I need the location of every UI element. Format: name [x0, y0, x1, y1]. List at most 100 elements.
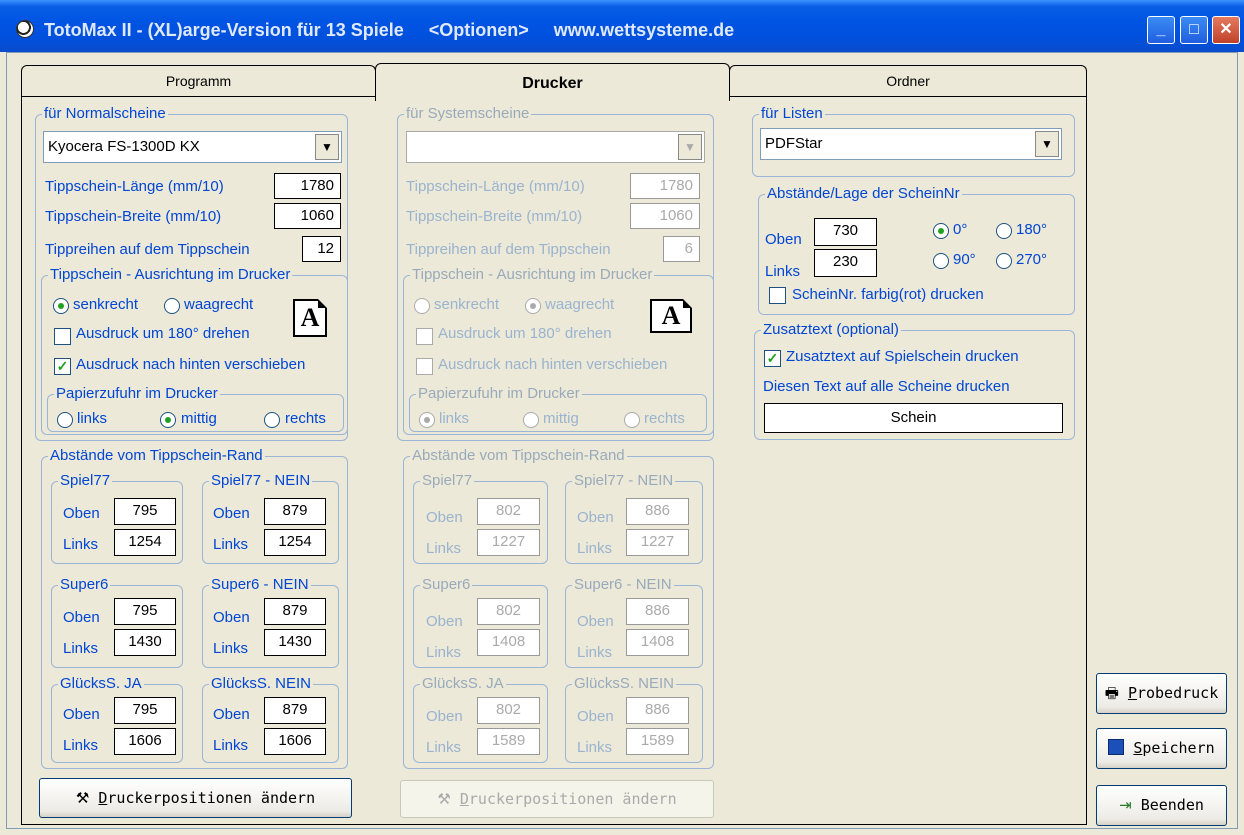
rotation-180-radio[interactable]	[996, 223, 1012, 239]
spiel77-nein-oben-input[interactable]: 879	[264, 498, 326, 525]
links-radio[interactable]	[419, 412, 435, 428]
beenden-button[interactable]: ⇥ Beenden	[1096, 785, 1227, 826]
super6-nein-oben-input[interactable]: 879	[264, 598, 326, 625]
laenge-label: Tippschein-Länge (mm/10)	[406, 178, 585, 195]
super6-nein-oben-input[interactable]: 886	[626, 598, 689, 625]
rotation-90-radio[interactable]	[933, 253, 949, 269]
group-label: Spiel77 - NEIN	[209, 472, 313, 489]
gluecks-ja-links-input[interactable]: 1606	[114, 728, 176, 755]
senkrecht-radio[interactable]	[414, 298, 430, 314]
super6-links-input[interactable]: 1408	[477, 629, 540, 656]
senkrecht-label: senkrecht	[73, 296, 139, 313]
spiel77-nein-oben-input[interactable]: 886	[626, 498, 689, 525]
group-label: Papierzufuhr im Drucker	[416, 385, 582, 402]
group-label: GlücksS. NEIN	[209, 675, 314, 692]
druckerpositionen-button-disabled[interactable]: ⚒ Druckerpositionen ändern	[400, 780, 714, 818]
system-printer-select[interactable]: ▼	[406, 131, 705, 163]
scheinnr-oben-input[interactable]: 730	[814, 218, 877, 246]
group-label: GlücksS. JA	[420, 675, 506, 692]
drehen-checkbox[interactable]	[416, 328, 433, 345]
probedruck-button[interactable]: 🖶 Probedruck	[1096, 673, 1227, 714]
oben-label: Oben	[426, 509, 463, 526]
speichern-button[interactable]: Speichern	[1096, 728, 1227, 769]
spiel77-links-input[interactable]: 1227	[477, 529, 540, 556]
reihen-input[interactable]: 6	[663, 236, 700, 262]
group-label: Spiel77	[58, 472, 113, 489]
laenge-input[interactable]: 1780	[274, 173, 341, 199]
spiel77-links-input[interactable]: 1254	[114, 529, 176, 556]
group-label: Super6	[58, 576, 111, 593]
printer-value: Kyocera FS-1300D KX	[48, 138, 200, 155]
chevron-down-icon[interactable]: ▼	[678, 134, 702, 160]
tab-drucker[interactable]: Drucker	[375, 63, 730, 101]
group-label: Tippschein - Ausrichtung im Drucker	[410, 266, 655, 283]
breite-input[interactable]: 1060	[274, 203, 341, 229]
super6-nein-links-input[interactable]: 1430	[264, 629, 326, 656]
links-label: Links	[63, 536, 99, 553]
spiel77-oben-input[interactable]: 802	[477, 498, 540, 525]
listen-printer-select[interactable]: PDFStar ▼	[760, 128, 1062, 160]
tab-programm[interactable]: Programm	[21, 65, 376, 97]
reihen-input[interactable]: 12	[302, 236, 341, 262]
super6-oben-input[interactable]: 795	[114, 598, 176, 625]
tab-ordner[interactable]: Ordner	[729, 65, 1087, 97]
druckerpositionen-button[interactable]: ⚒ Druckerpositionen ändern	[39, 778, 352, 818]
mittig-radio[interactable]	[523, 412, 539, 428]
rotation-0-label: 0°	[953, 221, 968, 238]
gluecks-ja-oben-input[interactable]: 795	[114, 697, 176, 724]
group-label: Abstände vom Tippschein-Rand	[48, 447, 265, 464]
mittig-label: mittig	[543, 410, 579, 427]
mittig-radio[interactable]	[160, 412, 176, 428]
waagrecht-radio[interactable]	[525, 298, 541, 314]
normal-printer-select[interactable]: Kyocera FS-1300D KX ▼	[43, 131, 342, 163]
zusatz-text-input[interactable]: Schein	[764, 403, 1063, 433]
farbig-checkbox[interactable]	[769, 287, 786, 304]
gluecks-nein-oben-input[interactable]: 879	[264, 697, 326, 724]
window-title: TotoMax II - (XL)arge-Version für 13 Spi…	[44, 20, 735, 40]
drehen-checkbox[interactable]	[54, 328, 71, 345]
zusatz-check-label: Zusatztext auf Spielschein drucken	[786, 348, 1019, 365]
gluecks-nein-links-input[interactable]: 1589	[626, 728, 689, 755]
drehen-label: Ausdruck um 180° drehen	[76, 325, 250, 342]
rechts-radio[interactable]	[264, 412, 280, 428]
links-label: Links	[63, 640, 99, 657]
gluecks-nein-oben-input[interactable]: 886	[626, 697, 689, 724]
rotation-270-radio[interactable]	[996, 253, 1012, 269]
rechts-radio[interactable]	[624, 412, 640, 428]
scheinnr-links-input[interactable]: 230	[814, 249, 877, 277]
waagrecht-radio[interactable]	[164, 298, 180, 314]
group-label: Spiel77 - NEIN	[572, 472, 676, 489]
verschieben-checkbox[interactable]: ✓	[54, 358, 71, 375]
laenge-input[interactable]: 1780	[630, 173, 700, 199]
printer-icon: 🖶	[1104, 684, 1119, 702]
group-label: Abstände vom Tippschein-Rand	[410, 447, 627, 464]
spiel77-nein-links-input[interactable]: 1254	[264, 529, 326, 556]
verschieben-checkbox[interactable]	[416, 358, 433, 375]
chevron-down-icon[interactable]: ▼	[315, 134, 339, 160]
links-label: Links	[577, 644, 613, 661]
chevron-down-icon[interactable]: ▼	[1035, 131, 1059, 157]
links-radio[interactable]	[57, 412, 73, 428]
spiel77-nein-links-input[interactable]: 1227	[626, 529, 689, 556]
super6-links-input[interactable]: 1430	[114, 629, 176, 656]
spiel77-oben-input[interactable]: 795	[114, 498, 176, 525]
minimize-button[interactable]: _	[1147, 16, 1175, 44]
gluecks-nein-links-input[interactable]: 1606	[264, 728, 326, 755]
maximize-button[interactable]: □	[1180, 16, 1208, 44]
senkrecht-radio[interactable]	[53, 298, 69, 314]
super6-oben-input[interactable]: 802	[477, 598, 540, 625]
rotation-0-radio[interactable]	[933, 223, 949, 239]
rotation-90-label: 90°	[953, 251, 976, 268]
group-label: Abstände/Lage der ScheinNr	[765, 185, 962, 202]
super6-nein-links-input[interactable]: 1408	[626, 629, 689, 656]
links-label: Links	[765, 263, 801, 280]
group-label: GlücksS. NEIN	[572, 675, 677, 692]
breite-input[interactable]: 1060	[630, 203, 700, 229]
verschieben-label: Ausdruck nach hinten verschieben	[438, 356, 668, 373]
group-label: Tippschein - Ausrichtung im Drucker	[48, 266, 293, 283]
oben-label: Oben	[765, 231, 802, 248]
close-button[interactable]: ✕	[1212, 16, 1240, 44]
gluecks-ja-links-input[interactable]: 1589	[477, 728, 540, 755]
gluecks-ja-oben-input[interactable]: 802	[477, 697, 540, 724]
zusatz-checkbox[interactable]: ✓	[764, 350, 781, 367]
